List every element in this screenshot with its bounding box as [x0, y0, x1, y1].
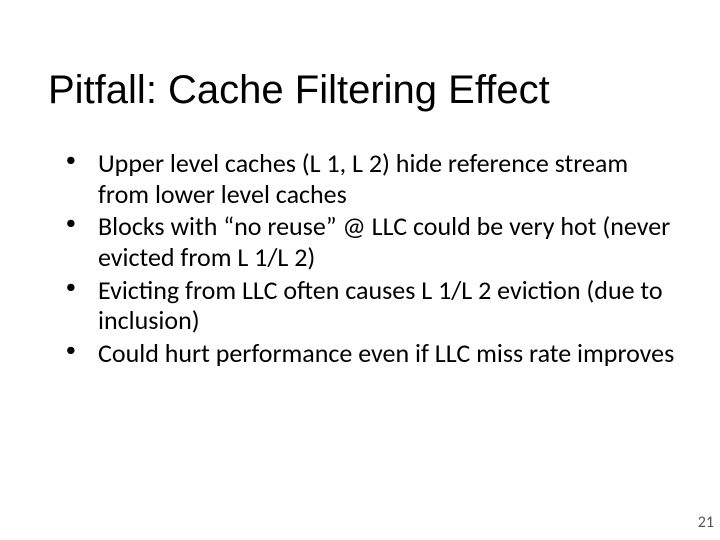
- page-number: 21: [698, 513, 714, 532]
- list-item: Could hurt performance even if LLC miss …: [66, 338, 680, 369]
- bullet-list: Upper level caches (L 1, L 2) hide refer…: [66, 148, 680, 369]
- slide-title: Pitfall: Cache Filtering Effect: [48, 68, 550, 113]
- list-item: Blocks with “no reuse” @ LLC could be ve…: [66, 211, 680, 272]
- slide-body: Upper level caches (L 1, L 2) hide refer…: [66, 148, 680, 371]
- slide: Pitfall: Cache Filtering Effect Upper le…: [0, 0, 720, 540]
- list-item: Evicting from LLC often causes L 1/L 2 e…: [66, 275, 680, 336]
- list-item: Upper level caches (L 1, L 2) hide refer…: [66, 148, 680, 209]
